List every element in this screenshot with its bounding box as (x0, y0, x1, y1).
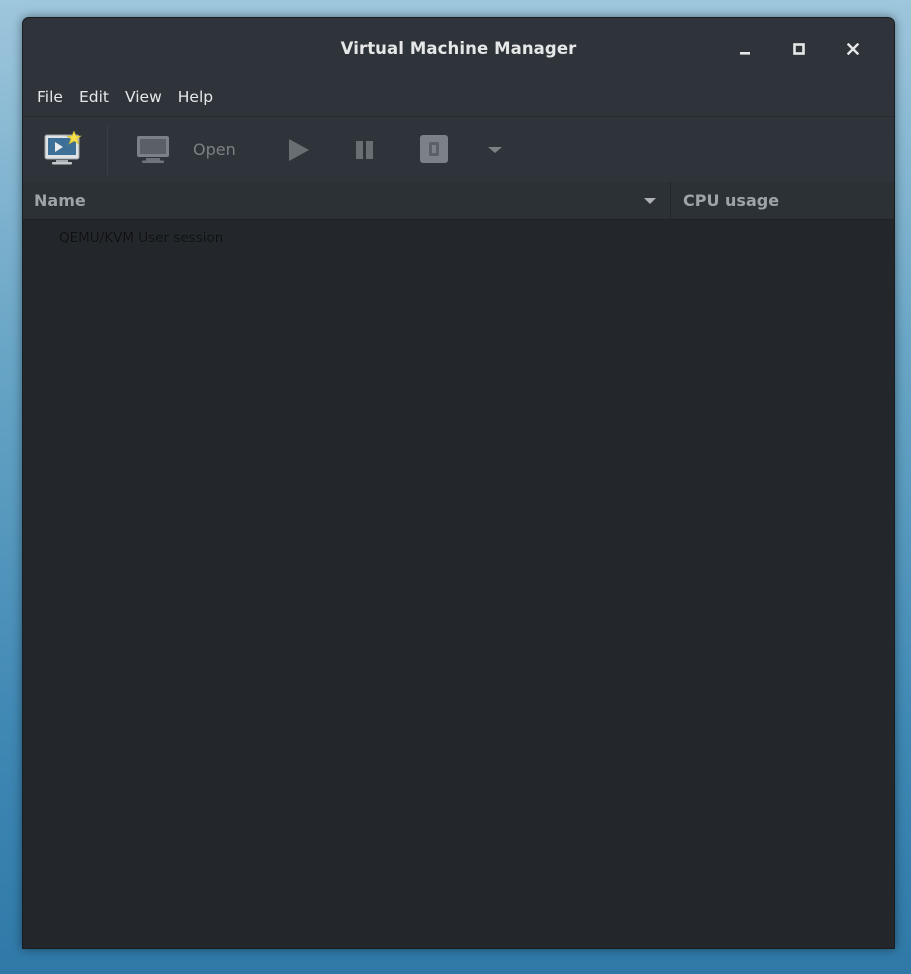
minimize-button[interactable] (718, 36, 772, 62)
shutdown-menu-button[interactable] (485, 144, 505, 156)
new-vm-button[interactable] (43, 131, 83, 167)
open-label: Open (193, 139, 236, 159)
play-icon (289, 139, 309, 161)
close-icon (847, 43, 859, 55)
column-cpu-label: CPU usage (683, 191, 780, 210)
column-header: Name CPU usage (23, 182, 894, 220)
new-vm-icon (44, 131, 82, 165)
menubar: File Edit View Help (23, 78, 894, 116)
toolbar-separator (107, 125, 108, 175)
column-name[interactable]: Name (23, 182, 671, 219)
monitor-icon (137, 136, 169, 163)
menu-help[interactable]: Help (170, 88, 221, 106)
chevron-down-icon (488, 147, 502, 153)
app-window: Virtual Machine Manager File Edit View H… (22, 17, 895, 949)
pause-button[interactable] (354, 139, 376, 161)
column-name-label: Name (34, 191, 86, 210)
minimize-icon (740, 52, 750, 55)
list-item[interactable]: QEMU/KVM User session (23, 220, 894, 256)
window-controls (718, 36, 880, 62)
menu-view[interactable]: View (117, 88, 170, 106)
window-title: Virtual Machine Manager (340, 38, 577, 58)
run-button[interactable] (285, 137, 311, 163)
pause-icon (356, 141, 373, 159)
column-cpu-usage[interactable]: CPU usage (671, 182, 894, 219)
connection-label: QEMU/KVM User session (59, 230, 224, 246)
titlebar[interactable]: Virtual Machine Manager (23, 18, 894, 78)
vm-list: QEMU/KVM User session (23, 220, 894, 948)
close-button[interactable] (826, 36, 880, 62)
open-button[interactable]: Open (135, 134, 236, 164)
menu-file[interactable]: File (29, 88, 71, 106)
shutdown-button[interactable] (418, 133, 450, 165)
maximize-icon (793, 43, 805, 55)
shutdown-icon (420, 135, 448, 163)
menu-edit[interactable]: Edit (71, 88, 117, 106)
toolbar: Open (23, 116, 894, 182)
maximize-button[interactable] (772, 36, 826, 62)
sort-down-icon (644, 197, 656, 204)
